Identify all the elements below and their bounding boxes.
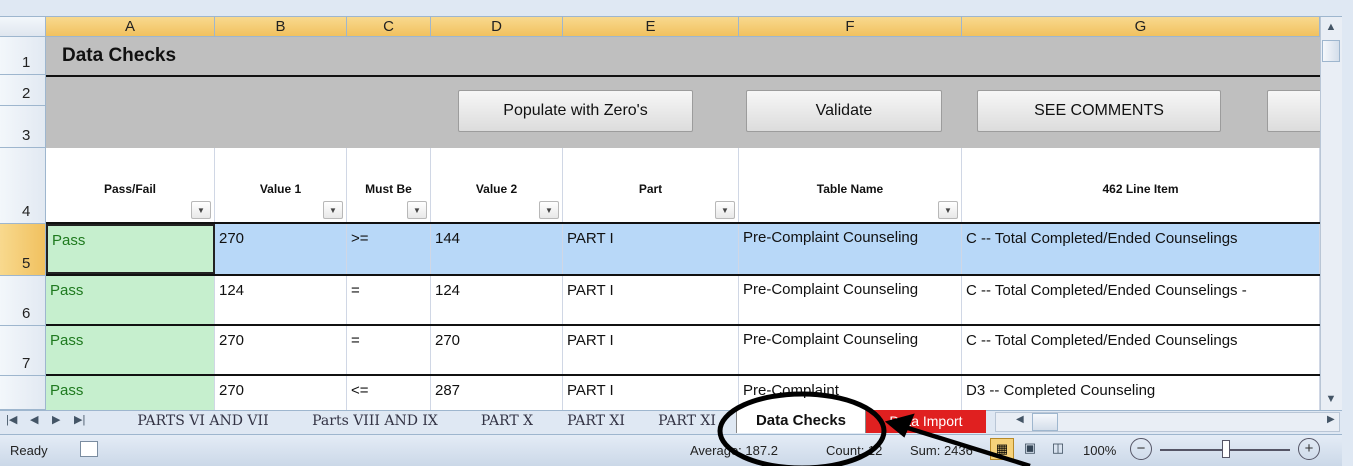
pass-fail-cell[interactable]: Pass (46, 326, 215, 374)
pass-fail-cell[interactable]: Pass (46, 276, 215, 324)
formula-bar-edge (0, 0, 1353, 17)
tab-nav-next-icon[interactable]: ▶ (52, 413, 60, 426)
filter-dropdown-icon[interactable]: ▼ (539, 201, 559, 219)
tab-parts-vi-vii[interactable]: PARTS VI AND VII (118, 410, 288, 433)
validate-button[interactable]: Validate (746, 90, 942, 132)
value-2-cell[interactable]: 287 (431, 376, 563, 410)
header-value-1: Value 1 ▼ (215, 148, 347, 222)
value-1-cell[interactable]: 270 (215, 224, 347, 274)
tab-part-xi[interactable]: PART XI (551, 410, 641, 433)
column-header-a[interactable]: A (46, 17, 215, 37)
column-header-c[interactable]: C (347, 17, 431, 37)
page-layout-icon[interactable]: ▣ (1018, 438, 1042, 460)
status-ready: Ready (10, 443, 48, 458)
column-header-b[interactable]: B (215, 17, 347, 37)
macro-record-icon[interactable] (80, 441, 98, 457)
normal-view-icon[interactable]: ▦ (990, 438, 1014, 460)
header-must-be: Must Be ▼ (347, 148, 431, 222)
tab-part-xi-2[interactable]: PART XI (642, 410, 732, 433)
line-item-cell[interactable]: C -- Total Completed/Ended Counselings (962, 224, 1320, 274)
part-cell[interactable]: PART I (563, 326, 739, 374)
line-item-cell[interactable]: C -- Total Completed/Ended Counselings - (962, 276, 1320, 324)
filter-dropdown-icon[interactable]: ▼ (715, 201, 735, 219)
table-name-cell[interactable]: Pre-Complaint (739, 376, 962, 410)
zoom-level[interactable]: 100% (1083, 443, 1116, 458)
vertical-scrollbar[interactable] (1320, 17, 1342, 410)
column-header-g[interactable]: G (962, 17, 1320, 37)
row-header-2[interactable]: 2 (0, 75, 46, 106)
row-header-1[interactable]: 1 (0, 37, 46, 75)
scroll-left-icon[interactable]: ◀ (1016, 414, 1024, 425)
status-sum: Sum: 2436 (910, 443, 973, 458)
value-2-cell[interactable]: 270 (431, 326, 563, 374)
column-header-d[interactable]: D (431, 17, 563, 37)
must-be-cell[interactable]: = (347, 276, 431, 324)
row-header-4[interactable]: 4 (0, 148, 46, 224)
scroll-right-icon[interactable]: ▶ (1327, 414, 1335, 425)
split-handle-icon[interactable] (1322, 40, 1340, 62)
header-pass-fail: Pass/Fail ▼ (46, 148, 215, 222)
see-comments-button[interactable]: SEE COMMENTS (977, 90, 1221, 132)
filter-dropdown-icon[interactable]: ▼ (407, 201, 427, 219)
zoom-thumb[interactable] (1222, 440, 1230, 458)
tab-nav-last-icon[interactable]: ▶| (74, 413, 85, 426)
part-cell[interactable]: PART I (563, 224, 739, 274)
must-be-cell[interactable]: <= (347, 376, 431, 410)
tab-parts-viii-ix[interactable]: Parts VIII AND IX (290, 410, 460, 433)
row-header-8[interactable] (0, 376, 46, 410)
populate-zeros-button[interactable]: Populate with Zero's (458, 90, 693, 132)
header-table-name: Table Name ▼ (739, 148, 962, 222)
value-1-cell[interactable]: 270 (215, 326, 347, 374)
horizontal-thumb[interactable] (1032, 413, 1058, 431)
part-cell[interactable]: PART I (563, 376, 739, 410)
column-header-e[interactable]: E (563, 17, 739, 37)
value-1-cell[interactable]: 270 (215, 376, 347, 410)
header-line-item: 462 Line Item (962, 148, 1320, 222)
tab-data-import[interactable]: Data Import (866, 410, 986, 433)
filter-dropdown-icon[interactable]: ▼ (323, 201, 343, 219)
value-1-cell[interactable]: 124 (215, 276, 347, 324)
select-all-corner[interactable] (0, 17, 46, 37)
scroll-down-icon[interactable]: ▼ (1322, 390, 1340, 408)
page-break-icon[interactable]: ◫ (1046, 438, 1070, 460)
header-value-2: Value 2 ▼ (431, 148, 563, 222)
extra-button[interactable] (1267, 90, 1327, 132)
value-2-cell[interactable]: 144 (431, 224, 563, 274)
scroll-up-icon[interactable]: ▲ (1322, 18, 1340, 36)
table-name-cell[interactable]: Pre-Complaint Counseling (739, 276, 962, 324)
table-name-cell[interactable]: Pre-Complaint Counseling (739, 326, 962, 374)
zoom-in-icon[interactable]: + (1298, 438, 1320, 460)
status-count: Count: 12 (826, 443, 883, 458)
row-header-7[interactable]: 7 (0, 326, 46, 376)
tab-nav-first-icon[interactable]: |◀ (6, 413, 17, 426)
title-rule (46, 75, 1320, 77)
filter-dropdown-icon[interactable]: ▼ (191, 201, 211, 219)
line-item-cell[interactable]: D3 -- Completed Counseling (962, 376, 1320, 410)
pass-fail-cell[interactable]: Pass (46, 224, 215, 274)
filter-dropdown-icon[interactable]: ▼ (938, 201, 958, 219)
right-edge (1342, 0, 1353, 466)
row-header-3[interactable]: 3 (0, 106, 46, 148)
must-be-cell[interactable]: = (347, 326, 431, 374)
must-be-cell[interactable]: >= (347, 224, 431, 274)
pass-fail-cell[interactable]: Pass (46, 376, 215, 410)
tab-part-x[interactable]: PART X (466, 410, 548, 433)
tab-data-checks[interactable]: Data Checks (736, 410, 866, 433)
column-header-f[interactable]: F (739, 17, 962, 37)
status-average: Average: 187.2 (690, 443, 778, 458)
part-cell[interactable]: PART I (563, 276, 739, 324)
header-part: Part ▼ (563, 148, 739, 222)
page-title: Data Checks (62, 45, 177, 66)
table-name-cell[interactable]: Pre-Complaint Counseling (739, 224, 962, 274)
row-header-6[interactable]: 6 (0, 276, 46, 326)
zoom-out-icon[interactable]: − (1130, 438, 1152, 460)
line-item-cell[interactable]: C -- Total Completed/Ended Counselings (962, 326, 1320, 374)
tab-nav-prev-icon[interactable]: ◀ (30, 413, 38, 426)
value-2-cell[interactable]: 124 (431, 276, 563, 324)
row-header-5[interactable]: 5 (0, 224, 46, 276)
